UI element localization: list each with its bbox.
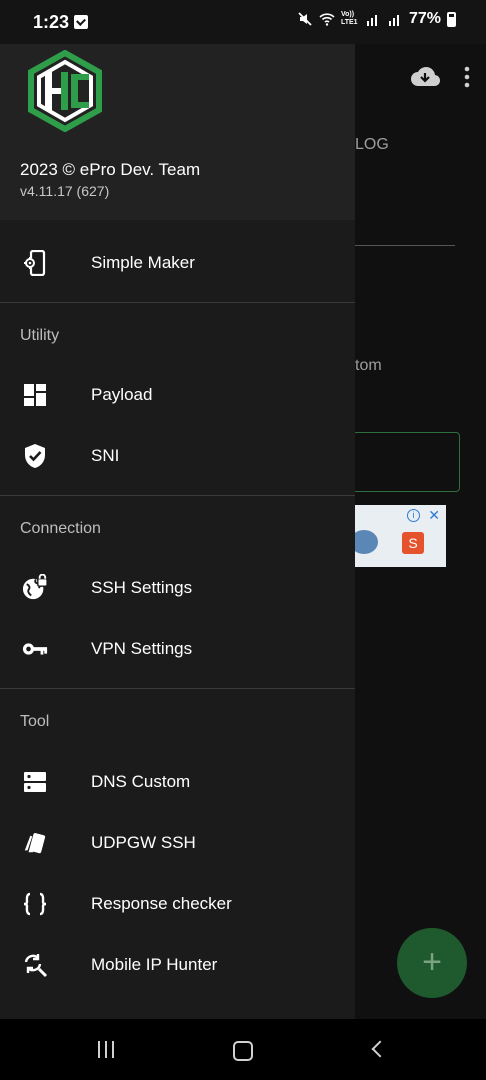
- menu-item-payload[interactable]: Payload: [0, 365, 355, 425]
- signal-icon: [366, 15, 377, 26]
- menu-item-sni[interactable]: SNI: [0, 426, 355, 486]
- mute-icon: [298, 12, 312, 26]
- home-button[interactable]: [233, 1041, 253, 1061]
- wifi-icon: [319, 13, 335, 26]
- background-input-box[interactable]: [340, 432, 460, 492]
- menu-item-vpn-settings[interactable]: VPN Settings: [0, 619, 355, 679]
- ad-close-icon[interactable]: ✕: [428, 507, 440, 524]
- menu-label-vpn-settings: VPN Settings: [91, 639, 193, 658]
- add-fab-button[interactable]: +: [397, 928, 467, 998]
- dns-icon: [22, 769, 48, 795]
- menu-item-simple-maker[interactable]: Simple Maker: [0, 233, 355, 293]
- ad-info-icon[interactable]: i: [407, 509, 420, 522]
- globe-lock-icon: [22, 574, 48, 601]
- custom-label-fragment: tom: [355, 357, 382, 374]
- section-utility: Utility: [20, 327, 60, 344]
- more-vert-icon[interactable]: [464, 66, 470, 88]
- menu-label-dns-custom: DNS Custom: [91, 772, 191, 791]
- dashboard-icon: [22, 382, 48, 408]
- recents-button[interactable]: [98, 1041, 114, 1058]
- menu-label-ssh-settings: SSH Settings: [91, 578, 193, 597]
- battery-icon: [447, 11, 456, 27]
- ad-banner[interactable]: i ✕ S: [340, 505, 446, 567]
- drawer-title: 2023 © ePro Dev. Team: [20, 160, 201, 179]
- menu-label-payload: Payload: [91, 385, 153, 404]
- menu-item-udpgw-ssh[interactable]: UDPGW SSH: [0, 813, 355, 873]
- network-label: Vo)) LTE1: [340, 11, 358, 26]
- status-time: 1:23: [33, 12, 70, 32]
- menu-label-response-checker: Response checker: [91, 894, 232, 913]
- app-version: v4.11.17 (627): [20, 183, 110, 199]
- menu-label-mobile-ip-hunter: Mobile IP Hunter: [91, 955, 218, 974]
- divider: [0, 302, 355, 303]
- cards-icon: [22, 830, 48, 856]
- menu-label-sni: SNI: [91, 446, 120, 465]
- tab-log-fragment[interactable]: LOG: [355, 136, 389, 154]
- drawer-header: 2023 © ePro Dev. Team v4.11.17 (627): [0, 44, 355, 220]
- key-icon: [22, 636, 48, 662]
- status-indicators: Vo)) LTE1 77%: [297, 10, 456, 28]
- battery-percent: 77%: [408, 10, 441, 27]
- system-nav-bar: [0, 1019, 486, 1080]
- shopping-bag-icon: S: [402, 532, 424, 554]
- menu-item-mobile-ip-hunter[interactable]: Mobile IP Hunter: [0, 935, 355, 995]
- menu-item-response-checker[interactable]: Response checker: [0, 874, 355, 934]
- signal-icon-2: [388, 15, 399, 26]
- divider: [0, 688, 355, 689]
- divider: [0, 495, 355, 496]
- app-logo: [28, 50, 102, 132]
- section-connection: Connection: [20, 520, 101, 537]
- phone-settings-icon: [22, 250, 48, 276]
- tab-indicator-line: [355, 245, 455, 246]
- download-cloud-icon[interactable]: [410, 66, 440, 88]
- menu-item-dns-custom[interactable]: DNS Custom: [0, 752, 355, 812]
- menu-label-udpgw-ssh: UDPGW SSH: [91, 833, 196, 852]
- search-refresh-icon: [22, 952, 48, 978]
- toolbar-actions: [410, 66, 470, 88]
- notification-icon: [74, 15, 88, 29]
- section-tool: Tool: [20, 713, 50, 730]
- back-button[interactable]: [371, 1040, 389, 1058]
- menu-item-ssh-settings[interactable]: SSH Settings: [0, 558, 355, 618]
- status-bar: 1:23 Vo)) LTE1 77%: [0, 0, 486, 44]
- menu-label-simple-maker: Simple Maker: [91, 253, 195, 272]
- navigation-drawer: 2023 © ePro Dev. Team v4.11.17 (627) Sim…: [0, 44, 355, 1019]
- braces-icon: [22, 891, 48, 917]
- shield-check-icon: [22, 443, 48, 469]
